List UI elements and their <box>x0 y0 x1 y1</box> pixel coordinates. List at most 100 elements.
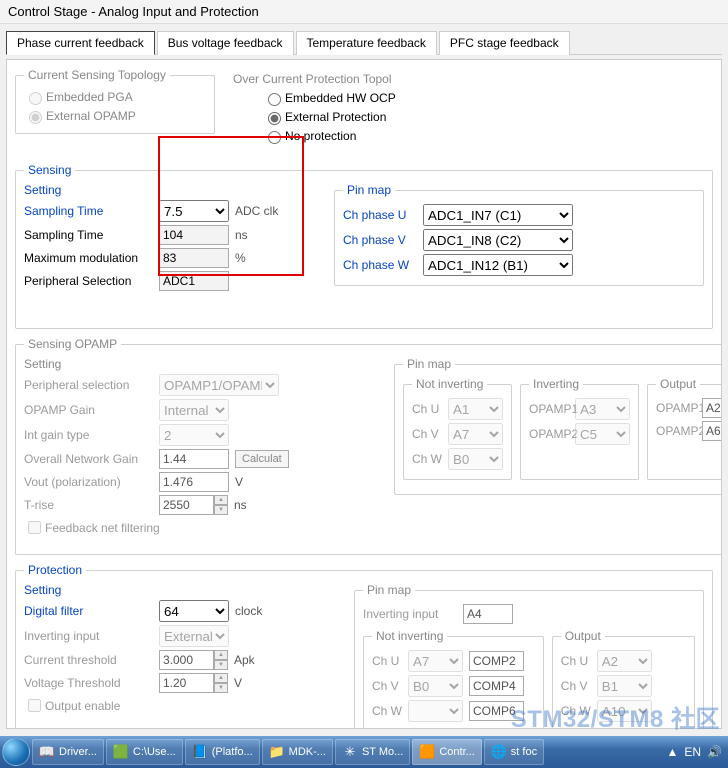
trise-field <box>159 495 214 515</box>
noninv-v-select: A7 <box>448 423 503 445</box>
ch-phase-v-label: Ch phase V <box>343 233 423 247</box>
tray-lang[interactable]: EN <box>684 745 701 759</box>
window-title: Control Stage - Analog Input and Protect… <box>0 0 728 24</box>
taskbar-item[interactable]: 🟩C:\Use... <box>106 739 183 765</box>
radio-embedded-pga <box>29 92 42 105</box>
out-head: Output <box>656 377 700 391</box>
vthr-unit: V <box>234 676 242 690</box>
ch-w-label: Ch W <box>412 452 442 466</box>
taskbar-item[interactable]: 📁 MDK-... <box>262 739 333 765</box>
ch-phase-w-select[interactable]: ADC1_IN12 (B1) <box>423 254 573 276</box>
int-gain-select: 2 <box>159 424 229 446</box>
opamp-periph-select: OPAMP1/OPAMP2 <box>159 374 279 396</box>
vout-field <box>159 472 229 492</box>
net-gain-label: Overall Network Gain <box>24 452 159 466</box>
label-embedded-pga: Embedded PGA <box>46 90 133 104</box>
cthr-field <box>159 650 214 670</box>
taskbar-item[interactable]: ✳ST Mo... <box>335 739 410 765</box>
tab-temperature[interactable]: Temperature feedback <box>296 31 437 55</box>
task-label: Contr... <box>439 746 474 758</box>
output-enable-checkbox <box>28 699 41 712</box>
ch-phase-w-label: Ch phase W <box>343 258 423 272</box>
taskbar-item[interactable]: 📖Driver... <box>32 739 104 765</box>
ch-phase-u-label: Ch phase U <box>343 208 423 222</box>
opamp-periph-label: Peripheral selection <box>24 378 159 392</box>
tab-panel: Current Sensing Topology Embedded PGA Ex… <box>6 59 722 729</box>
taskbar-item[interactable]: 🌐st foc <box>484 739 544 765</box>
prot-out-chu-label: Ch U <box>561 654 591 668</box>
net-gain-field <box>159 449 229 469</box>
task-icon: 🌐 <box>491 744 507 760</box>
tab-strip: Phase current feedback Bus voltage feedb… <box>6 30 722 55</box>
system-tray[interactable]: ▲ EN 🔊 <box>666 745 726 759</box>
vout-unit: V <box>235 475 243 489</box>
out2-label: OPAMP2 <box>656 424 696 438</box>
comp-u-field <box>469 651 524 671</box>
ch-phase-v-select[interactable]: ADC1_IN8 (C2) <box>423 229 573 251</box>
invin-select: External <box>159 625 229 647</box>
protection-legend: Protection <box>24 563 86 577</box>
sampling-time-select[interactable]: 7.5 <box>159 200 229 222</box>
task-icon: 📘 <box>192 744 208 760</box>
ch-u-label: Ch U <box>412 402 442 416</box>
prot-out-v-select: B1 <box>597 675 652 697</box>
task-icon: 🟩 <box>113 744 129 760</box>
inv1-label: OPAMP1 <box>529 402 569 416</box>
radio-ocp-external[interactable] <box>268 112 281 125</box>
radio-ocp-none[interactable] <box>268 131 281 144</box>
calculate-button: Calculat <box>235 450 289 468</box>
taskbar: 📖Driver...🟩C:\Use...📘(Platfo... 📁 MDK-... ✳… <box>0 736 728 768</box>
trise-spin-up: ▲ <box>214 495 228 505</box>
prot-out-u-select: A2 <box>597 650 652 672</box>
taskbar-item[interactable]: 📘(Platfo... <box>185 739 260 765</box>
invin-label: Inverting input <box>24 629 159 643</box>
prot-noninv-head: Not inverting <box>372 629 447 643</box>
opamp-gain-label: OPAMP Gain <box>24 403 159 417</box>
opamp-group: Sensing OPAMP Setting Peripheral selecti… <box>15 337 722 555</box>
feedback-filter-checkbox <box>28 521 41 534</box>
vthr-spin-up: ▲ <box>214 673 228 683</box>
radio-ocp-embedded[interactable] <box>268 93 281 106</box>
comp-v-field <box>469 676 524 696</box>
task-icon: 📁 <box>269 744 285 760</box>
sensing-pinmap-legend: Pin map <box>343 183 395 197</box>
sensing-setting-legend: Setting <box>24 183 61 197</box>
dfilter-select[interactable]: 64 <box>159 600 229 622</box>
task-icon: ✳ <box>342 744 358 760</box>
label-external-opamp: External OPAMP <box>46 109 136 123</box>
vthr-spin-down: ▼ <box>214 683 228 693</box>
prot-chw-label: Ch W <box>372 704 402 718</box>
prot-noninv-v-select: B0 <box>408 675 463 697</box>
tray-speaker-icon[interactable]: 🔊 <box>707 745 722 759</box>
topology-legend: Current Sensing Topology <box>24 68 170 82</box>
noninv-head: Not inverting <box>412 377 487 391</box>
inv-head: Inverting <box>529 377 583 391</box>
start-button[interactable] <box>2 738 30 766</box>
taskbar-item[interactable]: 🟧Contr... <box>412 739 481 765</box>
trise-spin-down: ▼ <box>214 505 228 515</box>
vthr-field <box>159 673 214 693</box>
vthr-label: Voltage Threshold <box>24 676 159 690</box>
tab-pfc-stage[interactable]: PFC stage feedback <box>439 31 570 55</box>
prot-invin-field <box>463 604 513 624</box>
tray-chevron-icon[interactable]: ▲ <box>666 745 678 759</box>
task-label: MDK-... <box>289 746 326 758</box>
tab-phase-current[interactable]: Phase current feedback <box>6 31 155 55</box>
periph-sel-label: Peripheral Selection <box>24 274 159 288</box>
sensing-group: Sensing Setting Sampling Time 7.5 ADC cl… <box>15 163 713 329</box>
ch-phase-u-select[interactable]: ADC1_IN7 (C1) <box>423 204 573 226</box>
sampling-time-ns-unit: ns <box>235 228 248 242</box>
sampling-time-ns-label: Sampling Time <box>24 228 159 242</box>
task-label: Driver... <box>59 746 97 758</box>
label-ocp-embedded: Embedded HW OCP <box>285 91 396 105</box>
prot-out-chv-label: Ch V <box>561 679 591 693</box>
max-mod-unit: % <box>235 251 246 265</box>
output-enable-label: Output enable <box>45 699 120 713</box>
tab-bus-voltage[interactable]: Bus voltage feedback <box>157 31 294 55</box>
opamp-setting-legend: Setting <box>24 357 61 371</box>
max-mod-label: Maximum modulation <box>24 251 159 265</box>
feedback-filter-label: Feedback net filtering <box>45 521 160 535</box>
prot-pinmap-legend: Pin map <box>363 583 415 597</box>
opamp-pinmap-legend: Pin map <box>403 357 455 371</box>
cthr-label: Current threshold <box>24 653 159 667</box>
